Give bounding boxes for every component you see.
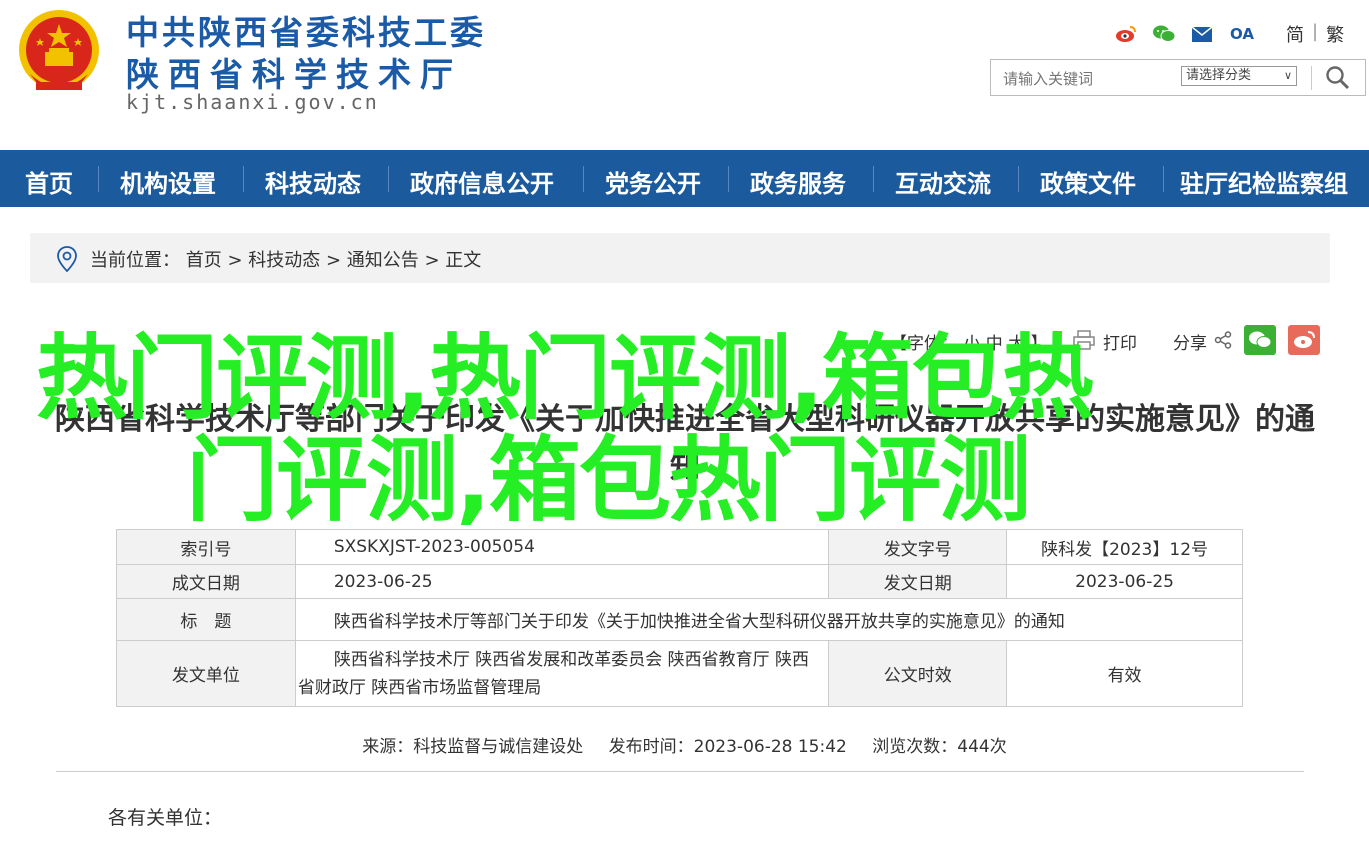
- wechat-icon[interactable]: [1152, 24, 1176, 44]
- nav-divider: [388, 166, 389, 192]
- doc-no-value: 陕科发【2023】12号: [1006, 529, 1243, 565]
- article-source: 来源：科技监督与诚信建设处: [362, 737, 584, 757]
- article-view-count: 浏览次数：444次: [872, 737, 1007, 757]
- table-row: 标 题 陕西省科学技术厅等部门关于印发《关于加快推进全省大型科研仪器开放共享的实…: [116, 598, 1244, 641]
- lang-traditional-link[interactable]: 繁: [1326, 21, 1344, 47]
- promo-overlay-text: 热门评测,热门评测,箱包热 门评测,箱包热门评测: [36, 328, 1276, 532]
- nav-item-services[interactable]: 政务服务: [750, 164, 846, 199]
- created-label: 成文日期: [116, 564, 296, 599]
- nav-item-gov-info[interactable]: 政府信息公开: [410, 164, 554, 199]
- issued-label: 发文日期: [828, 564, 1008, 599]
- share-weibo-button[interactable]: [1288, 325, 1320, 355]
- site-title-line1[interactable]: 中共陕西省委科技工委: [126, 6, 486, 54]
- created-value: 2023-06-25: [294, 564, 830, 599]
- nav-divider: [98, 166, 99, 192]
- nav-item-home[interactable]: 首页: [25, 164, 73, 199]
- nav-item-policy[interactable]: 政策文件: [1040, 164, 1136, 199]
- mail-icon[interactable]: [1190, 24, 1214, 44]
- main-nav: 首页 机构设置 科技动态 政府信息公开 党务公开 政务服务 互动交流 政策文件 …: [0, 150, 1369, 207]
- chevron-down-icon: ∨: [1283, 69, 1292, 82]
- search-icon[interactable]: [1324, 64, 1352, 92]
- site-header: 中共陕西省委科技工委 陕西省科学技术厅 kjt.shaanxi.gov.cn O…: [0, 0, 1369, 150]
- issuer-value-line1: 陕西省科学技术厅 陕西省发展和改革委员会 陕西省教育厅 陕西: [333, 649, 810, 670]
- national-emblem-icon[interactable]: [16, 8, 102, 96]
- article-publish-time: 发布时间：2023-06-28 15:42: [608, 737, 847, 757]
- language-switch: 简 | 繁: [1286, 21, 1344, 47]
- site-domain: kjt.shaanxi.gov.cn: [126, 90, 379, 114]
- nav-item-news[interactable]: 科技动态: [265, 164, 361, 199]
- overlay-line2: 门评测,箱包热门评测: [186, 427, 1031, 534]
- oa-icon[interactable]: OA: [1228, 24, 1256, 44]
- nav-item-discipline[interactable]: 驻厅纪检监察组: [1180, 164, 1348, 199]
- subject-label: 标 题: [116, 598, 296, 641]
- validity-label: 公文时效: [828, 640, 1008, 707]
- site-title-line2[interactable]: 陕西省科学技术厅: [126, 48, 462, 96]
- nav-divider: [1018, 166, 1019, 192]
- article-salutation: 各有关单位：: [108, 807, 223, 829]
- weibo-icon[interactable]: [1114, 24, 1138, 44]
- breadcrumb: 当前位置： 首页 > 科技动态 > 通知公告 > 正文: [30, 233, 1330, 283]
- issuer-value-line2: 省财政厅 陕西省市场监督管理局: [297, 677, 542, 698]
- overlay-line1: 热门评测,热门评测,箱包热: [36, 325, 1094, 432]
- nav-divider: [243, 166, 244, 192]
- lang-separator: |: [1312, 21, 1319, 42]
- nav-item-org[interactable]: 机构设置: [120, 164, 216, 199]
- issuer-value: 陕西省科学技术厅 陕西省发展和改革委员会 陕西省教育厅 陕西 省财政厅 陕西省市…: [294, 640, 830, 707]
- social-icons: OA: [1114, 22, 1256, 46]
- nav-divider: [1163, 166, 1164, 192]
- index-value: SXSKXJST-2023-005054: [294, 529, 830, 565]
- table-row: 索引号 SXSKXJST-2023-005054 发文字号 陕科发【2023】1…: [116, 529, 1243, 565]
- lang-simplified-link[interactable]: 简: [1286, 21, 1304, 47]
- search-input[interactable]: [1001, 66, 1165, 92]
- category-select-value: 请选择分类: [1186, 68, 1252, 83]
- divider: [56, 771, 1304, 772]
- search-box: 请选择分类 ∨: [990, 59, 1366, 96]
- subject-value: 陕西省科学技术厅等部门关于印发《关于加快推进全省大型科研仪器开放共享的实施意见》…: [294, 598, 1244, 641]
- table-row: 发文单位 陕西省科学技术厅 陕西省发展和改革委员会 陕西省教育厅 陕西 省财政厅…: [116, 640, 1243, 707]
- table-row: 成文日期 2023-06-25 发文日期 2023-06-25: [116, 564, 1243, 599]
- nav-item-party[interactable]: 党务公开: [605, 164, 701, 199]
- document-info-table: 索引号 SXSKXJST-2023-005054 发文字号 陕科发【2023】1…: [116, 529, 1244, 707]
- issued-value: 2023-06-25: [1006, 564, 1243, 599]
- weibo-icon: [1294, 331, 1315, 348]
- nav-item-interact[interactable]: 互动交流: [895, 164, 991, 199]
- nav-divider: [873, 166, 874, 192]
- category-select[interactable]: 请选择分类 ∨: [1181, 66, 1297, 86]
- nav-divider: [583, 166, 584, 192]
- breadcrumb-path[interactable]: 当前位置： 首页 > 科技动态 > 通知公告 > 正文: [90, 246, 481, 272]
- index-label: 索引号: [116, 529, 296, 565]
- issuer-label: 发文单位: [116, 640, 296, 707]
- nav-divider: [728, 166, 729, 192]
- location-pin-icon: [57, 246, 77, 272]
- search-divider: [1311, 66, 1312, 90]
- article-meta: 来源：科技监督与诚信建设处 发布时间：2023-06-28 15:42 浏览次数…: [0, 732, 1369, 757]
- validity-value: 有效: [1006, 640, 1243, 707]
- doc-no-label: 发文字号: [828, 529, 1008, 565]
